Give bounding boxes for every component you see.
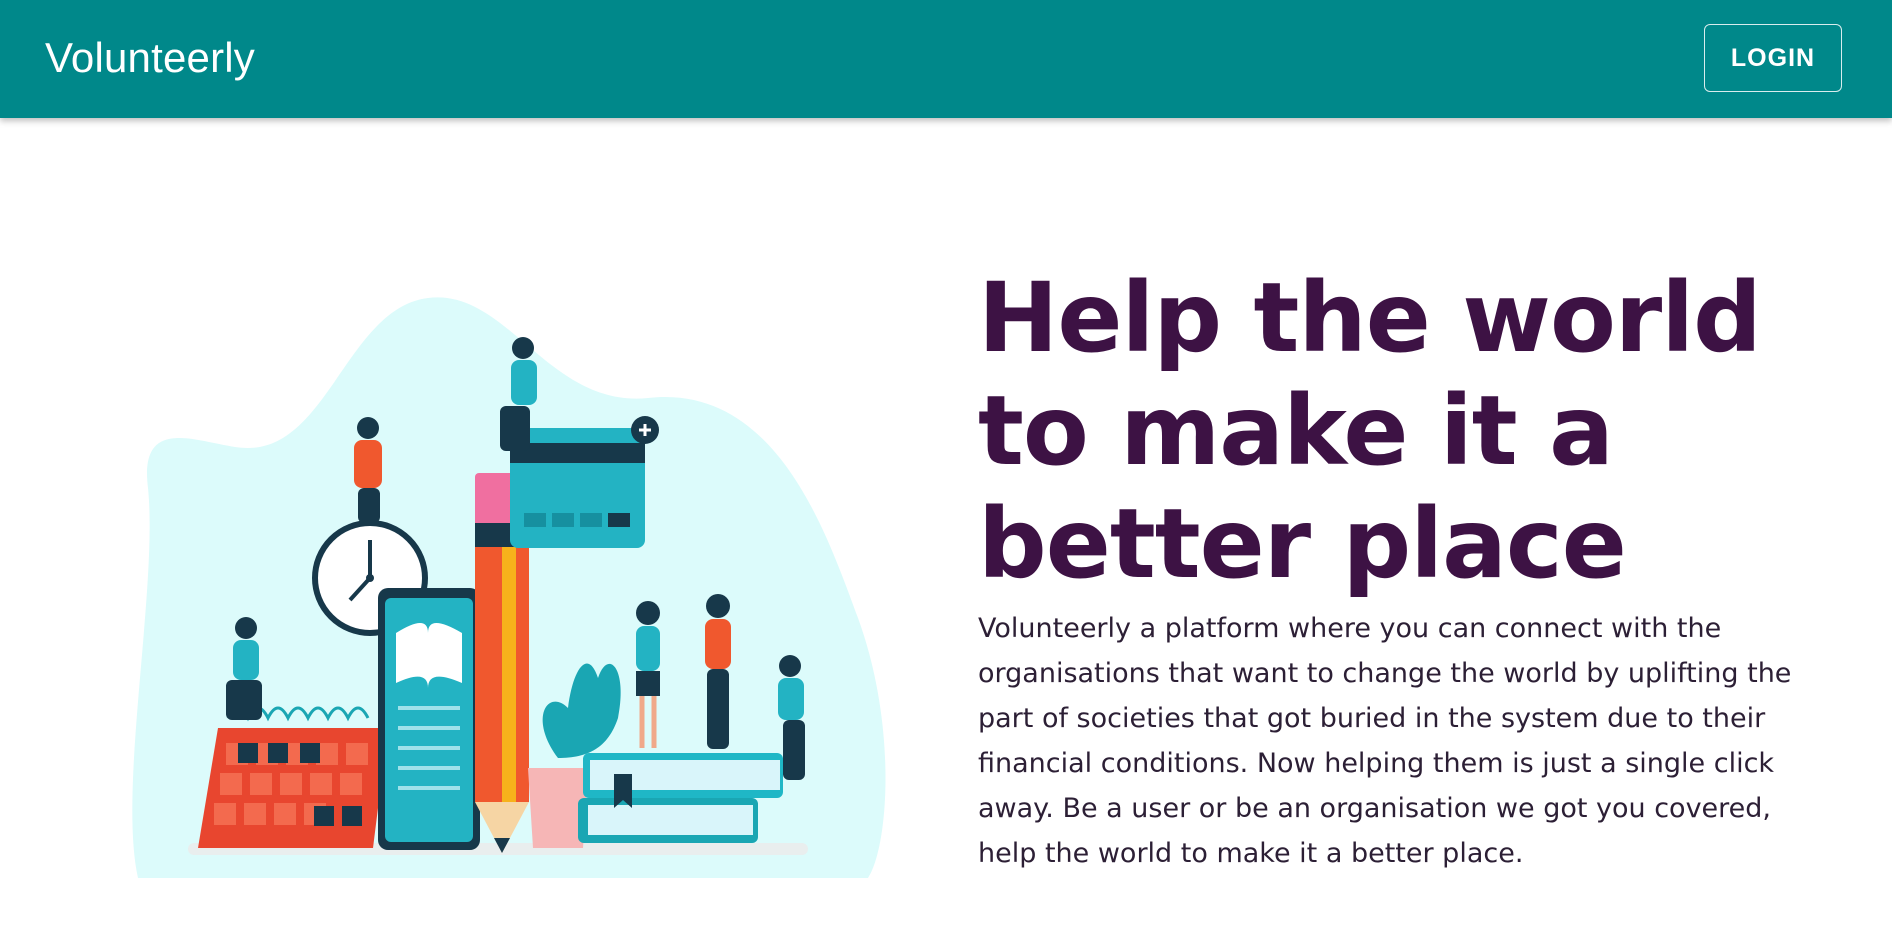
phone-icon [378,588,480,850]
books-icon [578,753,783,843]
hero-description: Volunteerly a platform where you can con… [978,613,1792,869]
brand-title[interactable]: Volunteerly [45,33,255,83]
hero-headline: Help the world to make it a better place [978,262,1762,600]
credit-card-icon [510,416,659,548]
login-button[interactable]: LOGIN [1704,24,1842,92]
app-bar: Volunteerly LOGIN [0,0,1892,118]
hero-illustration [132,297,886,878]
